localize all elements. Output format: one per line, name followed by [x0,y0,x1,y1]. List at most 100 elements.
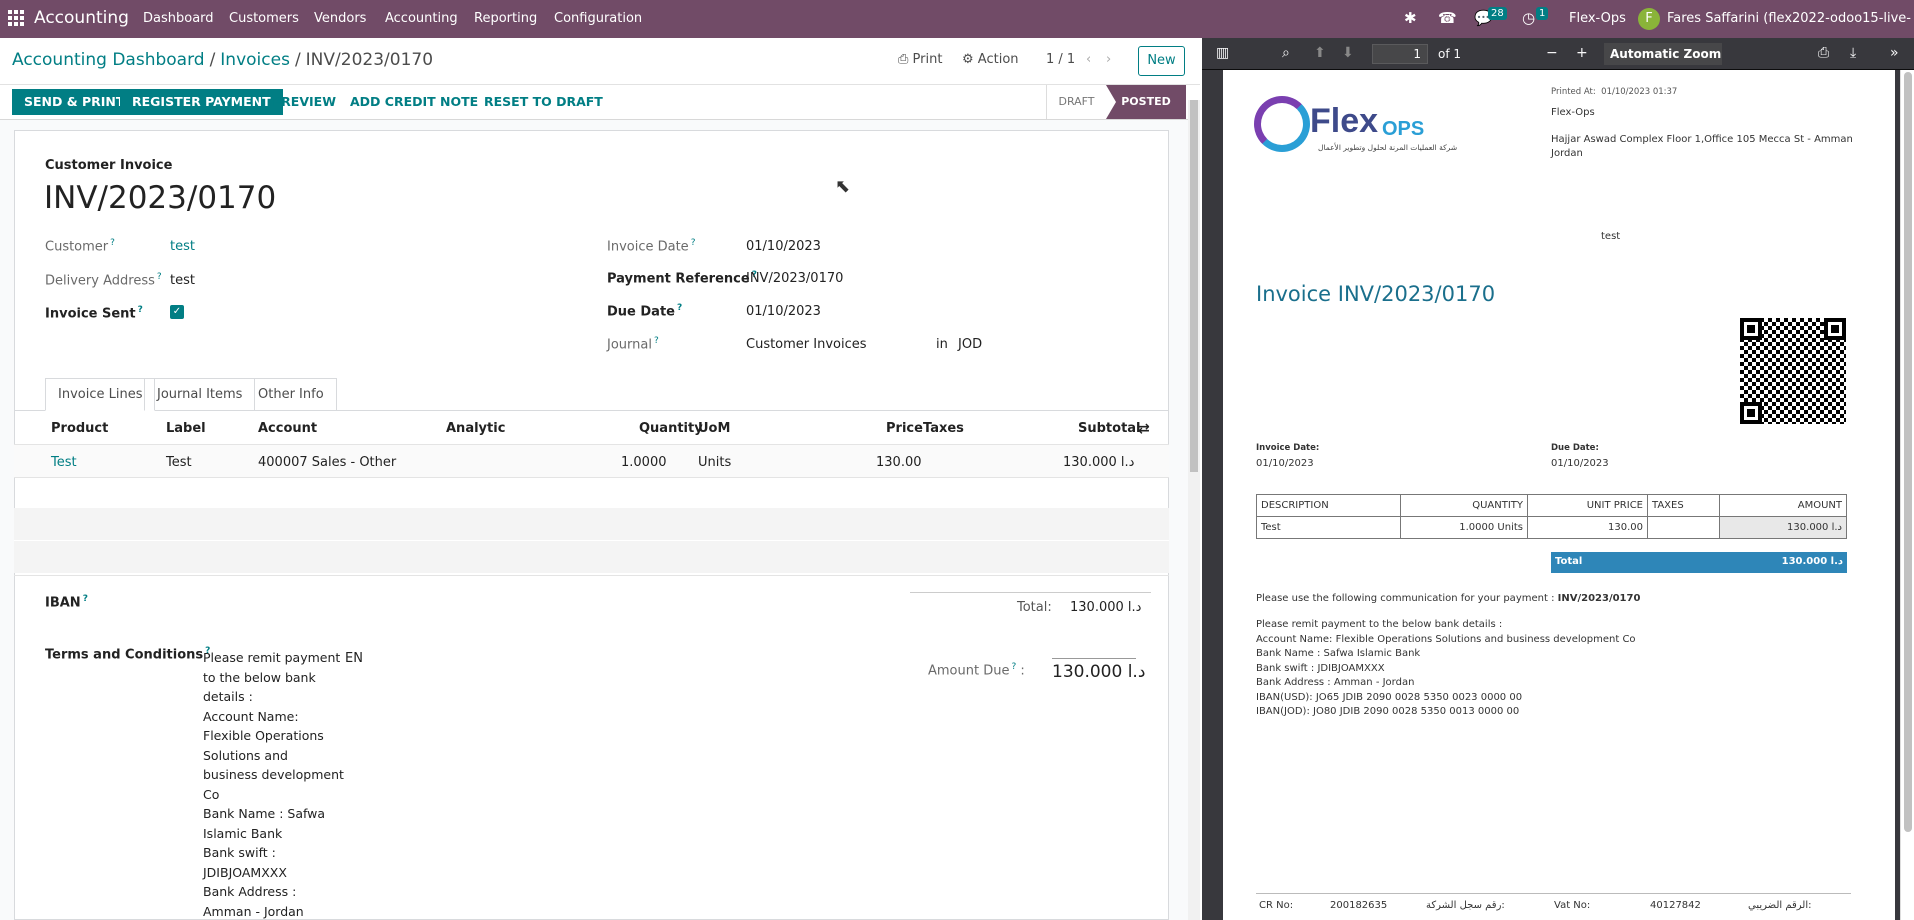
qr-code [1740,318,1846,424]
journal-in-label: in [936,337,948,352]
action-button[interactable]: ⚙ Action [962,52,1019,67]
payment-reference-field[interactable]: INV/2023/0170 [746,271,843,286]
bug-icon[interactable]: ✱ [1404,9,1417,27]
invoice-sent-label: Invoice Sent? [45,305,143,322]
breadcrumb-dashboard[interactable]: Accounting Dashboard [12,50,205,70]
pdf-next-page-icon[interactable]: ⬇ [1342,45,1354,61]
invoice-type-label: Customer Invoice [45,158,173,173]
reset-to-draft-button[interactable]: RESET TO DRAFT [472,89,615,115]
activities-badge: 1 [1536,7,1549,20]
terms-line: Flexible Operations [203,728,324,743]
pdf-scrollbar[interactable] [1900,70,1914,920]
pdf-col-amount: AMOUNT [1719,494,1847,517]
menu-accounting[interactable]: Accounting [385,11,458,26]
pdf-page-count: of 1 [1438,47,1462,61]
terms-lang-button[interactable]: EN [345,651,363,666]
pdf-lines-table: DESCRIPTION QUANTITY UNIT PRICE TAXES AM… [1256,494,1847,539]
tab-other-info[interactable]: Other Info [245,378,337,411]
zoom-out-icon[interactable]: − [1546,45,1558,61]
col-taxes[interactable]: Taxes [923,421,964,436]
tab-journal-items[interactable]: Journal Items [144,378,256,411]
optional-columns-icon[interactable]: ⇄ [1138,421,1150,437]
col-product[interactable]: Product [51,421,108,436]
activities-icon[interactable]: ◷ 1 [1522,7,1549,27]
apps-menu-icon[interactable] [8,10,24,26]
pdf-scrollbar-thumb[interactable] [1904,72,1912,832]
pager-prev-icon[interactable]: ‹ [1086,52,1091,67]
journal-label: Journal? [607,336,659,353]
journal-field[interactable]: Customer Invoices [746,337,867,352]
pdf-page-input[interactable]: 1 [1372,44,1428,64]
col-subtotal[interactable]: Subtotal [1078,421,1141,436]
invoice-sent-checkbox[interactable]: ✓ [170,305,184,319]
messages-icon[interactable]: 💬 28 [1474,7,1507,27]
pdf-partner: test [1601,231,1621,242]
col-quantity[interactable]: Quantity [639,421,703,436]
line-price[interactable]: 130.00 [876,455,922,470]
pdf-download-icon[interactable]: ⤓ [1850,45,1856,61]
line-quantity[interactable]: 1.0000 [621,455,667,470]
empty-rows [14,508,1169,573]
line-product[interactable]: Test [51,455,77,470]
menu-dashboard[interactable]: Dashboard [143,11,214,26]
col-price[interactable]: Price [886,421,923,436]
customer-field[interactable]: test [170,239,195,254]
new-button[interactable]: New [1138,46,1185,76]
pdf-print-icon[interactable]: ⎙ [1818,45,1829,61]
terms-field[interactable]: Please remit payment to the below bank d… [203,648,344,920]
user-menu[interactable]: Fares Saffarini (flex2022-odoo15-live-53… [1667,11,1912,26]
company-switcher[interactable]: Flex-Ops [1569,11,1626,26]
col-analytic[interactable]: Analytic [446,421,505,436]
menu-reporting[interactable]: Reporting [474,11,537,26]
terms-line: Amman - Jordan [203,903,304,919]
line-label[interactable]: Test [166,455,192,470]
invoice-date-field[interactable]: 01/10/2023 [746,239,821,254]
menu-customers[interactable]: Customers [229,11,299,26]
send-print-button[interactable]: SEND & PRINT [12,89,137,115]
zoom-select[interactable]: Automatic Zoom ⇕ [1604,43,1722,83]
stage-draft[interactable]: DRAFT [1046,85,1106,119]
preview-button[interactable]: PREVIEW [260,89,348,115]
col-label[interactable]: Label [166,421,206,436]
qr-finder [1740,402,1762,424]
phone-icon[interactable]: ☎ [1438,9,1457,27]
pdf-more-tools-icon[interactable]: » [1890,45,1899,61]
currency-field[interactable]: JOD [958,337,982,352]
print-button[interactable]: ⎙ Print [898,52,942,67]
pdf-footer-line [1256,893,1851,894]
line-uom[interactable]: Units [698,455,731,470]
register-payment-button[interactable]: REGISTER PAYMENT [120,89,283,115]
sidebar-toggle-icon[interactable]: ▥ [1216,45,1229,61]
tab-invoice-lines[interactable]: Invoice Lines [45,378,156,411]
pdf-bank-details: Please remit payment to the below bank d… [1256,618,1636,720]
pdf-prev-page-icon[interactable]: ⬆ [1314,45,1326,61]
pdf-total-bar: Total 130.000 د.ا [1551,552,1847,573]
form-scrollbar[interactable] [1188,100,1200,920]
pdf-cell-amount: 130.000 د.ا [1719,516,1847,539]
zoom-in-icon[interactable]: + [1576,45,1588,61]
form-scrollbar-thumb[interactable] [1190,100,1198,472]
app-brand[interactable]: Accounting [34,8,129,28]
add-credit-note-button[interactable]: ADD CREDIT NOTE [338,89,490,115]
delivery-address-field[interactable]: test [170,273,195,288]
due-date-field[interactable]: 01/10/2023 [746,304,821,319]
printed-at: Printed At: 01/10/2023 01:37 [1551,87,1678,97]
pdf-total-label: Total [1555,556,1583,567]
pdf-vat-label: Vat No: [1554,900,1591,911]
pdf-communication: Please use the following communication f… [1256,593,1641,604]
pdf-search-icon[interactable]: ⌕ [1282,45,1290,61]
menu-vendors[interactable]: Vendors [314,11,366,26]
breadcrumb-invoices[interactable]: Invoices [220,50,290,70]
pdf-cr-value: 200182635 [1330,900,1388,911]
line-account[interactable]: 400007 Sales - Other [258,455,396,470]
pdf-cr-arabic: رقم سجل الشركة: [1426,900,1505,911]
menu-configuration[interactable]: Configuration [554,11,642,26]
pdf-bank-line: IBAN(JOD): JO80 JDIB 2090 0028 5350 0013… [1256,706,1520,717]
pager-next-icon[interactable]: › [1106,52,1111,67]
user-avatar[interactable]: F [1638,8,1660,30]
qr-finder [1824,318,1846,340]
col-account[interactable]: Account [258,421,317,436]
row-separator [14,477,1169,478]
line-subtotal: 130.000 د.ا [1063,455,1135,470]
col-uom[interactable]: UoM [698,421,730,436]
